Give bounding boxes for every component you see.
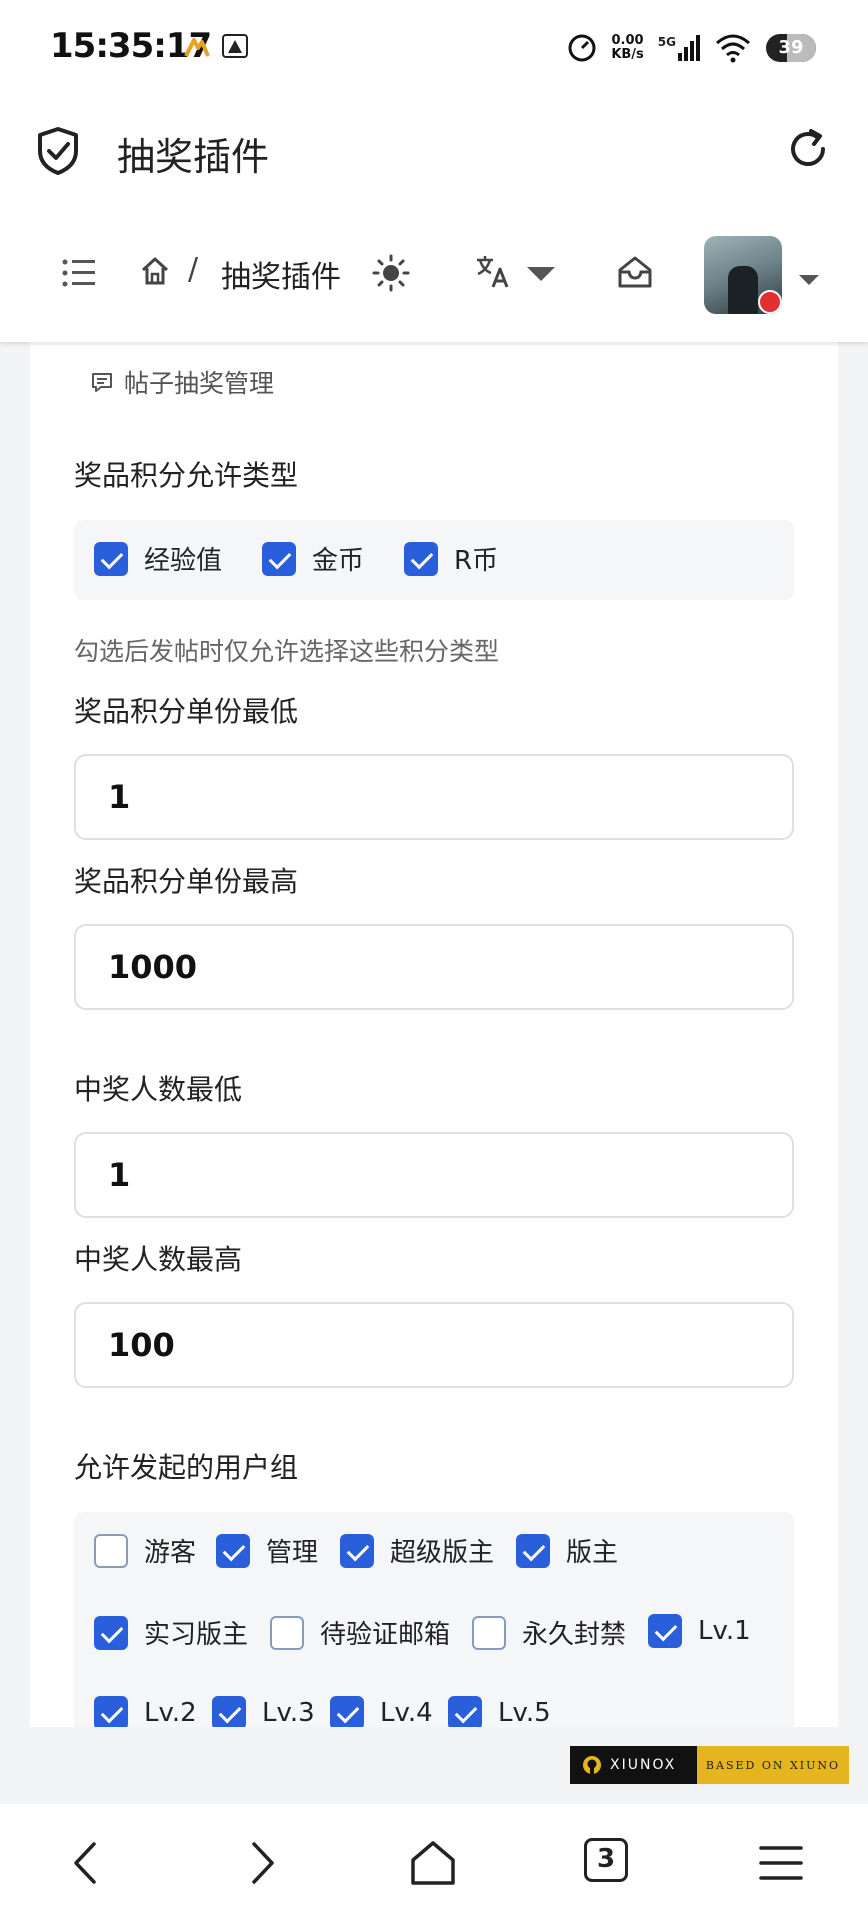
min-per-share-label: 奖品积分单份最低 [74, 695, 299, 728]
checkbox-super-moderator[interactable]: 超级版主 [340, 1532, 494, 1569]
home-icon[interactable] [140, 256, 170, 286]
credit-types-panel: 经验值 金币 R币 [74, 520, 794, 600]
status-icons: 0.00 KB/s 5G 39 [567, 28, 816, 68]
checkbox-box[interactable] [94, 1696, 128, 1727]
checkbox-box[interactable] [330, 1696, 364, 1727]
page-title: 抽奖插件 [117, 135, 270, 179]
checkbox-box[interactable] [472, 1615, 506, 1650]
reload-icon[interactable] [785, 126, 831, 172]
signal-icon: 5G [658, 35, 700, 61]
checkbox-box[interactable] [94, 541, 128, 576]
back-icon[interactable] [62, 1838, 112, 1888]
shield-check-icon[interactable] [36, 126, 80, 176]
footer-badge-right: BASED ON XIUNO [697, 1746, 849, 1784]
inbox-icon[interactable] [616, 254, 654, 290]
github-icon [583, 1756, 601, 1774]
chevron-down-icon[interactable] [526, 266, 556, 282]
menu-icon[interactable] [756, 1838, 806, 1888]
user-groups-panel: 游客 管理 超级版主 版主 实习版主 待验证邮箱 永久封禁 Lv.1 Lv.2 … [74, 1512, 794, 1727]
max-winners-label: 中奖人数最高 [74, 1243, 243, 1276]
browser-bottom-bar: 3 [0, 1804, 868, 1919]
min-winners-label: 中奖人数最低 [74, 1073, 243, 1106]
checkbox-box[interactable] [270, 1615, 304, 1650]
app-notification-icon-2 [222, 34, 248, 58]
checkbox-box[interactable] [404, 541, 438, 576]
checkbox-email-unverified[interactable]: 待验证邮箱 [270, 1614, 450, 1651]
credit-types-label: 奖品积分允许类型 [74, 459, 299, 492]
checkbox-moderator[interactable]: 版主 [516, 1532, 618, 1569]
checkbox-box[interactable] [448, 1696, 482, 1727]
max-per-share-input[interactable]: 1000 [74, 924, 794, 1010]
menu-icon[interactable] [62, 258, 96, 288]
site-nav: / 抽奖插件 [0, 206, 868, 342]
breadcrumb-separator: / [188, 252, 199, 287]
avatar-image [728, 266, 758, 314]
credit-types-hint: 勾选后发帖时仅允许选择这些积分类型 [74, 637, 500, 666]
checkbox-box[interactable] [648, 1614, 682, 1648]
shield-badge-icon [758, 290, 782, 314]
home-icon[interactable] [408, 1838, 458, 1888]
card-title: 帖子抽奖管理 [90, 364, 274, 400]
checkbox-exp[interactable]: 经验值 [94, 540, 222, 577]
max-winners-input[interactable]: 100 [74, 1302, 794, 1388]
footer-badge[interactable]: XIUNOX BASED ON XIUNO [570, 1746, 849, 1784]
checkbox-lv1[interactable]: Lv.1 [648, 1614, 751, 1648]
battery-icon: 39 [766, 34, 816, 62]
breadcrumb-current: 抽奖插件 [221, 260, 341, 295]
checkbox-intern-moderator[interactable]: 实习版主 [94, 1614, 248, 1651]
checkbox-box[interactable] [212, 1696, 246, 1727]
footer-badge-left: XIUNOX [570, 1746, 697, 1784]
checkbox-lv4[interactable]: Lv.4 [330, 1696, 433, 1727]
user-groups-label: 允许发起的用户组 [74, 1451, 299, 1484]
min-winners-input[interactable]: 1 [74, 1132, 794, 1218]
avatar[interactable] [704, 236, 782, 314]
checkbox-box[interactable] [340, 1533, 374, 1568]
status-bar: 15:35:17 0.00 KB/s 5G 39 [0, 0, 868, 96]
speedometer-icon [568, 34, 596, 62]
app-bar: 抽奖插件 [0, 96, 868, 206]
max-per-share-label: 奖品积分单份最高 [74, 865, 299, 898]
app-notification-icon [184, 38, 210, 57]
chevron-down-icon[interactable] [798, 274, 820, 286]
checkbox-box[interactable] [516, 1533, 550, 1568]
checkbox-box[interactable] [262, 541, 296, 576]
settings-card: 帖子抽奖管理 奖品积分允许类型 经验值 金币 R币 勾选后发帖时仅允许选择这些积… [30, 342, 838, 1727]
min-per-share-input[interactable]: 1 [74, 754, 794, 840]
checkbox-lv3[interactable]: Lv.3 [212, 1696, 315, 1727]
sun-icon[interactable] [372, 254, 410, 292]
comment-icon [92, 373, 112, 392]
checkbox-box[interactable] [94, 1533, 128, 1568]
forward-icon[interactable] [236, 1838, 286, 1888]
tabs-button[interactable]: 3 [584, 1838, 628, 1882]
wifi-icon [716, 34, 750, 63]
checkbox-rcoin[interactable]: R币 [404, 540, 498, 577]
checkbox-lv5[interactable]: Lv.5 [448, 1696, 551, 1727]
checkbox-box[interactable] [94, 1615, 128, 1650]
net-speed: 0.00 KB/s [611, 33, 644, 62]
translate-icon[interactable] [474, 252, 512, 290]
checkbox-lv2[interactable]: Lv.2 [94, 1696, 197, 1727]
checkbox-banned[interactable]: 永久封禁 [472, 1614, 626, 1651]
checkbox-box[interactable] [216, 1533, 250, 1568]
checkbox-gold[interactable]: 金币 [262, 540, 364, 577]
checkbox-admin[interactable]: 管理 [216, 1532, 318, 1569]
checkbox-guest[interactable]: 游客 [94, 1532, 196, 1569]
